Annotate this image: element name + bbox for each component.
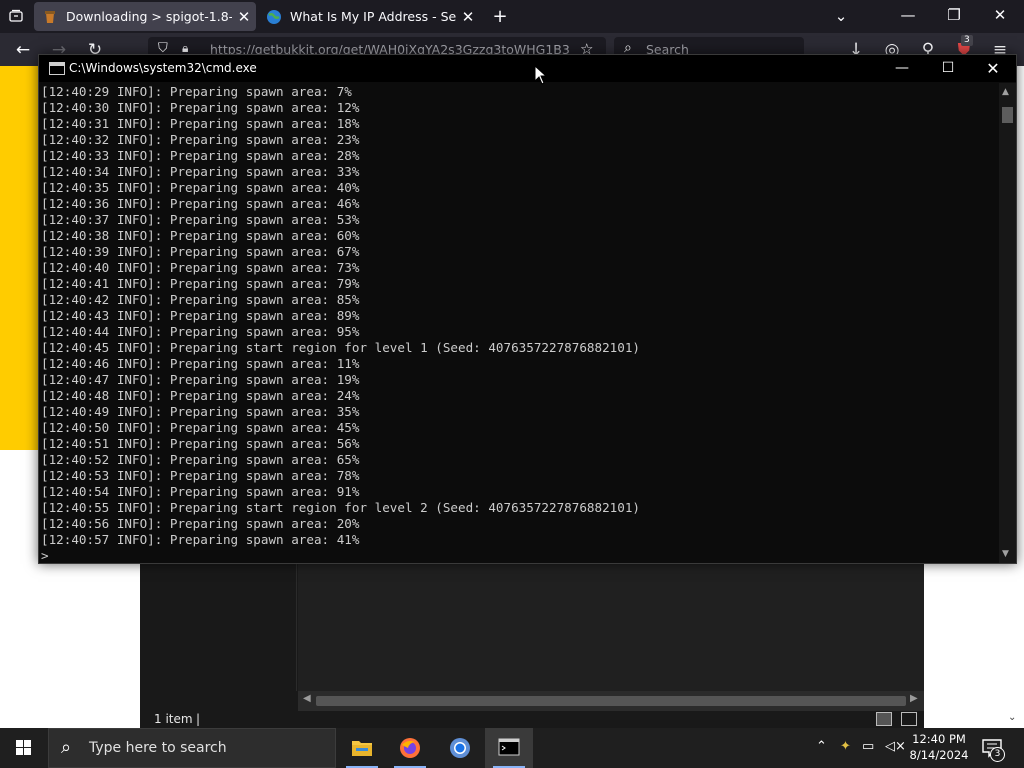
page-yellow-panel [0, 66, 40, 450]
cmd-window[interactable]: C:\Windows\system32\cmd.exe — ☐ ✕ [12:40… [38, 54, 1017, 564]
console-line: [12:40:51 INFO]: Preparing spawn area: 5… [41, 436, 360, 451]
explorer-nav-pane[interactable] [140, 563, 297, 691]
console-line: [12:40:53 INFO]: Preparing spawn area: 7… [41, 468, 360, 483]
bucket-favicon-icon [45, 10, 55, 23]
windows-logo-icon [16, 740, 32, 756]
console-line: [12:40:45 INFO]: Preparing start region … [41, 340, 640, 355]
close-window-icon[interactable]: ✕ [990, 6, 1010, 24]
item-count: 1 item [154, 712, 193, 726]
page-scroll-down-icon[interactable]: ⌄ [1008, 712, 1016, 723]
browser-tabbar: Downloading > spigot-1.8-R0.1- ✕ What Is… [0, 0, 1024, 33]
console-line: [12:40:46 INFO]: Preparing spawn area: 1… [41, 356, 360, 371]
console-line: [12:40:56 INFO]: Preparing spawn area: 2… [41, 516, 360, 531]
file-explorer-window: ◀ ▶ 1 item | [140, 563, 924, 728]
extension-badge: 3 [961, 35, 973, 46]
console-line: [12:40:29 INFO]: Preparing spawn area: 7… [41, 84, 352, 99]
list-all-tabs-chevron-icon[interactable]: ⌄ [831, 7, 851, 25]
tab-title: What Is My IP Address - See Your [290, 9, 456, 24]
console-line: [12:40:47 INFO]: Preparing spawn area: 1… [41, 372, 360, 387]
taskbar-command-prompt[interactable] [485, 728, 533, 768]
tab-what-is-my-ip[interactable]: What Is My IP Address - See Your ✕ [258, 2, 480, 31]
status-separator: | [196, 712, 201, 726]
new-tab-icon[interactable]: + [490, 6, 510, 27]
cmd-app-icon [498, 738, 520, 756]
console-line: [12:40:43 INFO]: Preparing spawn area: 8… [41, 308, 360, 323]
cmd-close-icon[interactable]: ✕ [970, 55, 1016, 82]
cmd-window-title: C:\Windows\system32\cmd.exe [69, 61, 257, 75]
explorer-horizontal-scrollbar[interactable]: ◀ ▶ [298, 691, 924, 711]
firefox-icon [400, 738, 420, 758]
console-line: [12:40:57 INFO]: Preparing spawn area: 4… [41, 532, 360, 547]
console-line: [12:40:39 INFO]: Preparing spawn area: 6… [41, 244, 360, 259]
search-icon: ⌕ [61, 737, 72, 758]
console-line: [12:40:44 INFO]: Preparing spawn area: 9… [41, 324, 360, 339]
console-line: [12:40:50 INFO]: Preparing spawn area: 4… [41, 420, 360, 435]
restore-icon[interactable]: ❐ [944, 6, 964, 24]
scroll-left-icon[interactable]: ◀ [303, 693, 311, 704]
explorer-status-bar: 1 item | [140, 711, 924, 728]
app-tray-icon[interactable]: ✦ [840, 739, 851, 754]
tab-close-icon[interactable]: ✕ [456, 8, 480, 26]
console-line: [12:40:31 INFO]: Preparing spawn area: 1… [41, 116, 360, 131]
mouse-cursor-icon [534, 65, 546, 85]
desktop-screen: Downloading > spigot-1.8-R0.1- ✕ What Is… [0, 0, 1024, 768]
tab-title: Downloading > spigot-1.8-R0.1- [66, 9, 232, 24]
console-line: [12:40:30 INFO]: Preparing spawn area: 1… [41, 100, 360, 115]
taskbar: ⌕ Type here to search ⌃ ✦ ▭ ◁× 12:40 PM … [0, 728, 1024, 768]
cmd-maximize-icon[interactable]: ☐ [925, 55, 971, 82]
scroll-thumb[interactable] [1002, 107, 1013, 123]
globe-favicon-icon [267, 9, 281, 24]
console-line: [12:40:52 INFO]: Preparing spawn area: 6… [41, 452, 360, 467]
volume-muted-icon[interactable]: ◁× [885, 739, 906, 754]
taskbar-firefox[interactable] [386, 728, 434, 768]
start-button[interactable] [0, 728, 48, 768]
show-hidden-icons-icon[interactable]: ⌃ [816, 739, 827, 754]
console-line: [12:40:48 INFO]: Preparing spawn area: 2… [41, 388, 360, 403]
large-icons-view-icon[interactable] [901, 712, 917, 726]
console-line: [12:40:32 INFO]: Preparing spawn area: 2… [41, 132, 360, 147]
taskbar-search-placeholder: Type here to search [89, 740, 227, 756]
console-output[interactable]: [12:40:29 INFO]: Preparing spawn area: 7… [41, 84, 999, 562]
console-line: [12:40:38 INFO]: Preparing spawn area: 6… [41, 228, 360, 243]
minimize-icon[interactable]: — [898, 6, 918, 24]
notification-count-badge: 3 [990, 747, 1005, 762]
clock[interactable]: 12:40 PM 8/14/2024 [907, 731, 971, 763]
taskbar-search-box[interactable]: ⌕ Type here to search [48, 728, 336, 768]
back-icon[interactable]: ← [12, 39, 34, 61]
console-line: [12:40:35 INFO]: Preparing spawn area: 4… [41, 180, 360, 195]
explorer-content-pane[interactable] [298, 563, 924, 691]
console-line: [12:40:33 INFO]: Preparing spawn area: 2… [41, 148, 360, 163]
console-line: [12:40:55 INFO]: Preparing start region … [41, 500, 640, 515]
details-view-icon[interactable] [876, 712, 892, 726]
cmd-vertical-scrollbar[interactable]: ▲ ▼ [999, 83, 1016, 563]
scroll-down-icon[interactable]: ▼ [1002, 549, 1009, 559]
cmd-minimize-icon[interactable]: — [879, 55, 925, 82]
cmd-titlebar[interactable]: C:\Windows\system32\cmd.exe — ☐ ✕ [39, 55, 1016, 82]
console-line: [12:40:41 INFO]: Preparing spawn area: 7… [41, 276, 360, 291]
console-line: [12:40:42 INFO]: Preparing spawn area: 8… [41, 292, 360, 307]
console-line: [12:40:49 INFO]: Preparing spawn area: 3… [41, 404, 360, 419]
tab-downloading[interactable]: Downloading > spigot-1.8-R0.1- ✕ [34, 2, 256, 31]
clock-date: 8/14/2024 [909, 748, 969, 762]
scroll-up-icon[interactable]: ▲ [1002, 87, 1009, 97]
tab-close-icon[interactable]: ✕ [232, 8, 256, 26]
network-icon[interactable]: ▭ [862, 739, 874, 754]
chrome-icon [450, 738, 470, 758]
console-line: [12:40:40 INFO]: Preparing spawn area: 7… [41, 260, 360, 275]
console-line: [12:40:34 INFO]: Preparing spawn area: 3… [41, 164, 360, 179]
taskbar-chrome[interactable] [436, 728, 484, 768]
scroll-thumb[interactable] [316, 696, 906, 706]
cmd-app-icon [49, 62, 65, 75]
console-line: > [41, 548, 49, 562]
console-line: [12:40:36 INFO]: Preparing spawn area: 4… [41, 196, 360, 211]
console-line: [12:40:37 INFO]: Preparing spawn area: 5… [41, 212, 360, 227]
scroll-right-icon[interactable]: ▶ [910, 693, 918, 704]
folder-icon [352, 741, 372, 756]
taskbar-file-explorer[interactable] [338, 728, 386, 768]
console-line: [12:40:54 INFO]: Preparing spawn area: 9… [41, 484, 360, 499]
clock-time: 12:40 PM [912, 732, 966, 746]
tab-list-icon[interactable] [6, 8, 26, 28]
